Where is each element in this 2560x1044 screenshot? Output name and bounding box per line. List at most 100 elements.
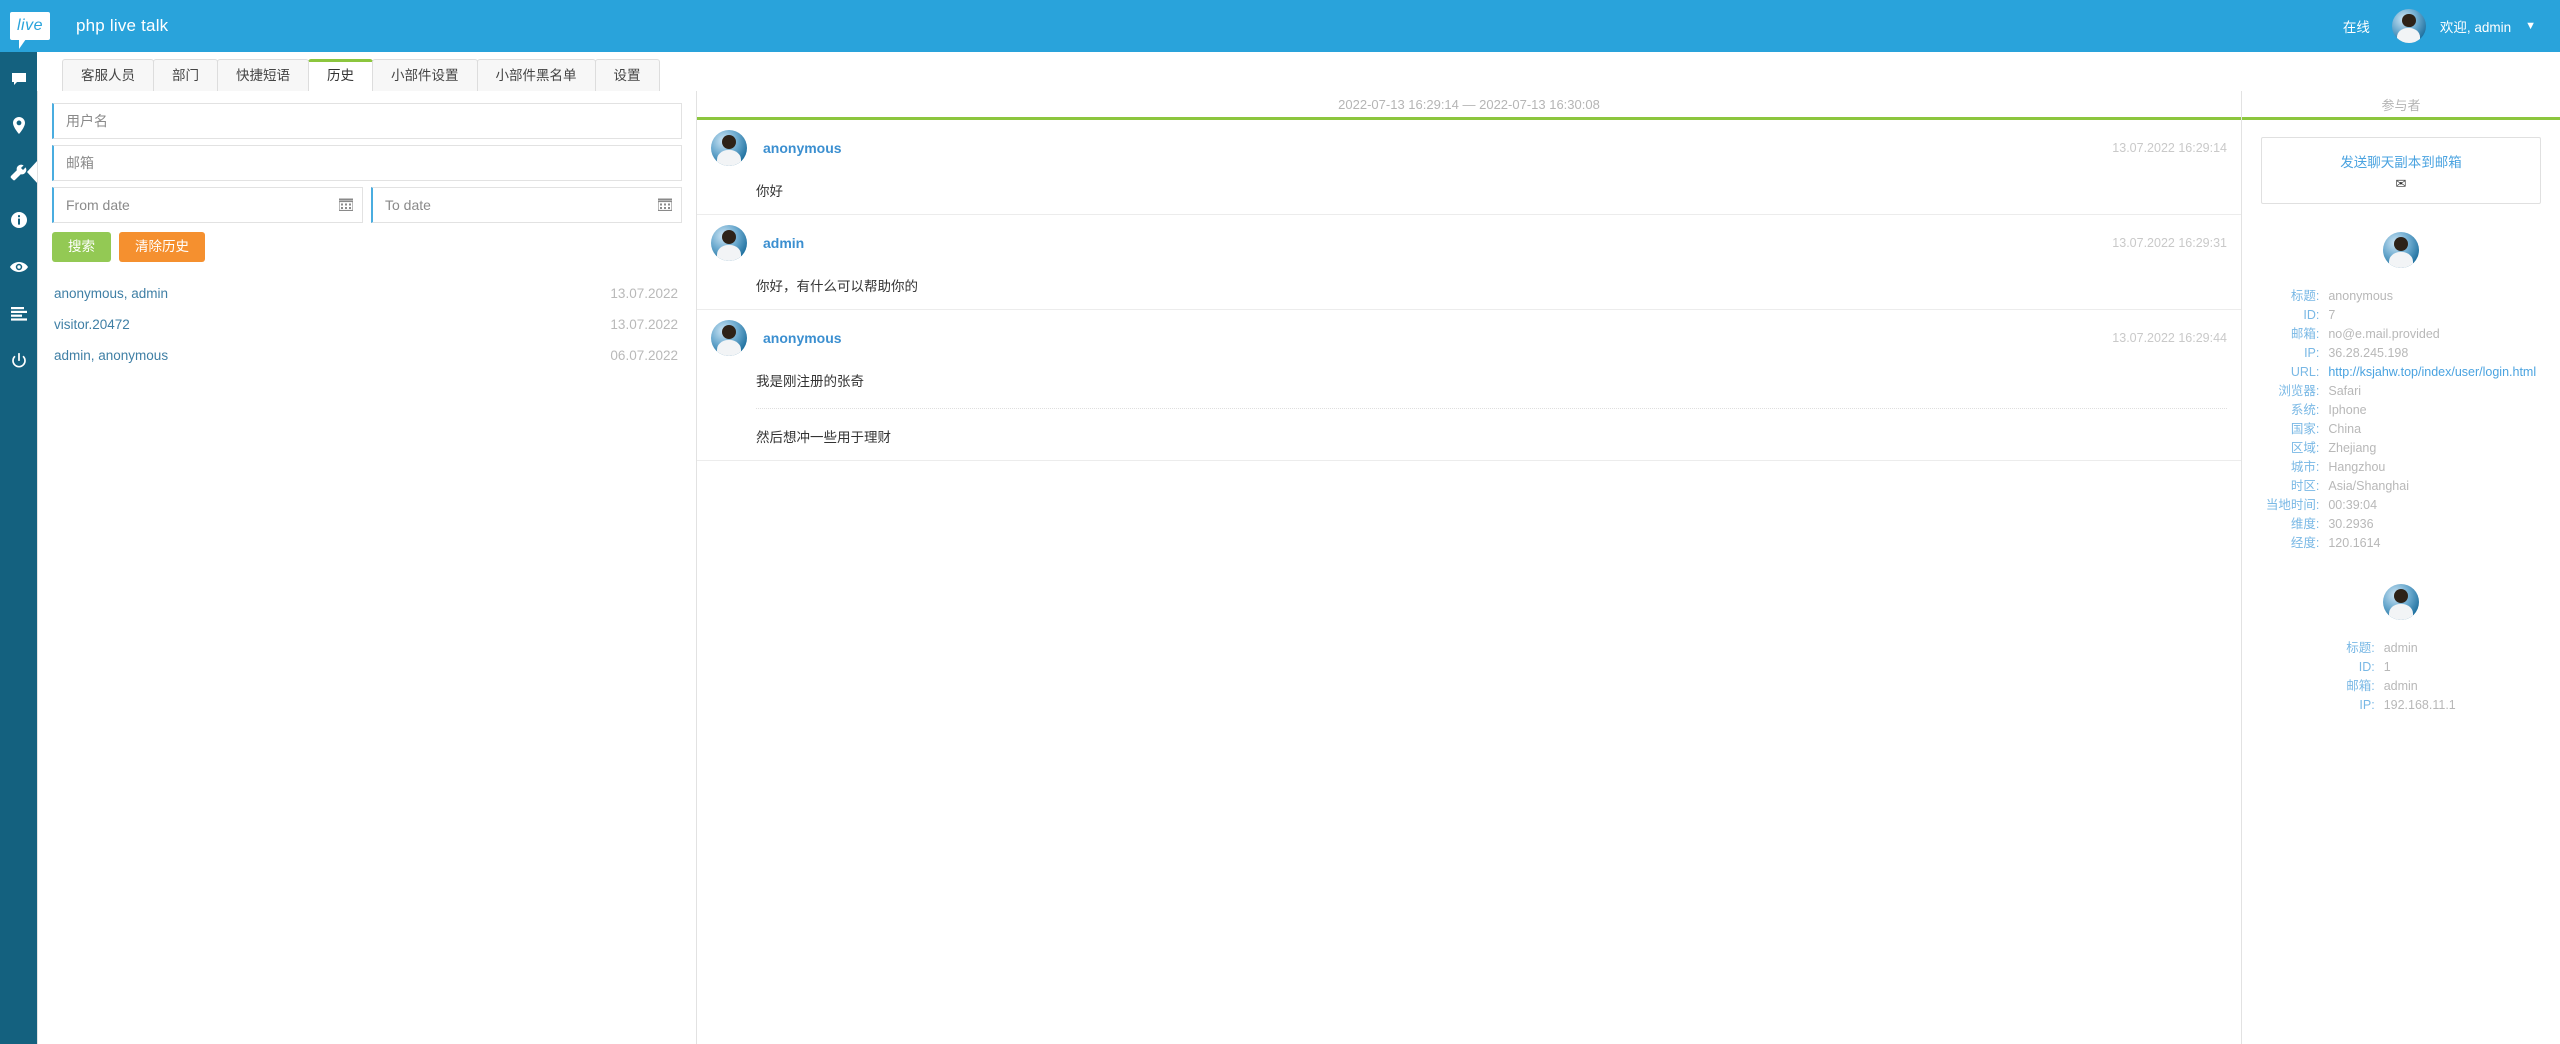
detail-key: 当地时间: bbox=[2265, 497, 2320, 512]
detail-value: Zhejiang bbox=[2328, 440, 2377, 455]
rail-item-visitors[interactable] bbox=[0, 107, 37, 144]
message-avatar bbox=[711, 320, 747, 356]
left-icon-rail bbox=[0, 52, 38, 1044]
detail-value: Hangzhou bbox=[2328, 459, 2386, 474]
tab-history[interactable]: 历史 bbox=[308, 59, 373, 91]
power-icon bbox=[11, 352, 26, 367]
history-item-name: visitor.20472 bbox=[54, 317, 130, 332]
message-author[interactable]: anonymous bbox=[763, 330, 842, 346]
detail-row: ID: 7 bbox=[2266, 305, 2536, 324]
detail-key: URL: bbox=[2290, 364, 2320, 379]
participant-avatar bbox=[2383, 584, 2419, 620]
participant-details: 标题: anonymous ID: 7 邮箱: no@e.mail.provid… bbox=[2266, 286, 2536, 552]
detail-key: 邮箱: bbox=[2346, 678, 2375, 693]
detail-value: admin bbox=[2383, 640, 2418, 655]
rail-item-chat[interactable] bbox=[0, 60, 37, 97]
detail-key: ID: bbox=[2358, 659, 2375, 674]
detail-row: 标题: anonymous bbox=[2266, 286, 2536, 305]
detail-row: 维度: 30.2936 bbox=[2266, 514, 2536, 533]
participant-card: 标题: admin ID: 1 邮箱: admin IP: 192.168.11… bbox=[2242, 552, 2560, 714]
tab-widget-settings[interactable]: 小部件设置 bbox=[372, 59, 478, 91]
rail-item-settings[interactable] bbox=[0, 154, 38, 191]
tab-canned-responses[interactable]: 快捷短语 bbox=[217, 59, 309, 91]
header-avatar[interactable] bbox=[2391, 9, 2426, 43]
detail-row: IP: 36.28.245.198 bbox=[2266, 343, 2536, 362]
send-transcript-link[interactable]: 发送聊天副本到邮箱 bbox=[2270, 151, 2532, 171]
tab-settings[interactable]: 设置 bbox=[594, 59, 660, 91]
send-transcript-box[interactable]: 发送聊天副本到邮箱 ✉ bbox=[2261, 137, 2541, 204]
chat-transcript-panel: 2022-07-13 16:29:14 — 2022-07-13 16:30:0… bbox=[697, 91, 2242, 1044]
message-text: 你好 bbox=[756, 184, 783, 199]
detail-key: ID: bbox=[2303, 307, 2320, 322]
detail-value: Iphone bbox=[2328, 402, 2367, 417]
chevron-down-icon[interactable]: ▼ bbox=[2525, 20, 2536, 32]
rail-item-monitor[interactable] bbox=[0, 248, 37, 285]
detail-value: 1 bbox=[2383, 659, 2391, 674]
to-date-wrap bbox=[371, 187, 682, 223]
detail-row: 系统: Iphone bbox=[2266, 400, 2536, 419]
detail-key: 标题: bbox=[2290, 288, 2320, 303]
history-list-item[interactable]: visitor.20472 13.07.2022 bbox=[52, 309, 682, 340]
chat-date-range: 2022-07-13 16:29:14 — 2022-07-13 16:30:0… bbox=[697, 91, 2241, 120]
detail-row: 邮箱: no@e.mail.provided bbox=[2266, 324, 2536, 343]
detail-key: IP: bbox=[2304, 345, 2320, 360]
search-button[interactable]: 搜索 bbox=[52, 232, 111, 262]
detail-value: 7 bbox=[2328, 307, 2336, 322]
detail-key: 浏览器: bbox=[2278, 383, 2320, 398]
to-date-input[interactable] bbox=[371, 187, 682, 223]
message-text: 我是刚注册的张奇 bbox=[756, 374, 864, 389]
tab-widget-blacklist[interactable]: 小部件黑名单 bbox=[476, 59, 596, 91]
history-item-date: 13.07.2022 bbox=[610, 317, 678, 332]
detail-row: 标题: admin bbox=[2346, 638, 2456, 657]
header-user-area: 在线 欢迎, admin ▼ bbox=[2343, 0, 2560, 52]
tab-agents[interactable]: 客服人员 bbox=[62, 59, 154, 91]
history-list-item[interactable]: admin, anonymous 06.07.2022 bbox=[52, 340, 682, 371]
detail-row: 区域: Zhejiang bbox=[2266, 438, 2536, 457]
detail-value: 30.2936 bbox=[2328, 516, 2374, 531]
detail-row: 时区: Asia/Shanghai bbox=[2266, 476, 2536, 495]
rail-item-logout[interactable] bbox=[0, 342, 37, 379]
app-logo[interactable]: live bbox=[0, 0, 60, 52]
detail-value: China bbox=[2328, 421, 2362, 436]
history-item-date: 06.07.2022 bbox=[610, 348, 678, 363]
email-input[interactable] bbox=[52, 145, 682, 181]
history-list: anonymous, admin 13.07.2022 visitor.2047… bbox=[52, 278, 682, 371]
detail-key: 系统: bbox=[2290, 402, 2320, 417]
history-list-item[interactable]: anonymous, admin 13.07.2022 bbox=[52, 278, 682, 309]
detail-row: URL: http://ksjahw.top/index/user/login.… bbox=[2266, 362, 2536, 381]
online-status-label: 在线 bbox=[2342, 20, 2370, 35]
username-input[interactable] bbox=[52, 103, 682, 139]
detail-row: 国家: China bbox=[2266, 419, 2536, 438]
chat-icon bbox=[11, 72, 26, 85]
from-date-input[interactable] bbox=[52, 187, 363, 223]
chat-message: admin 13.07.2022 16:29:31 你好，有什么可以帮助你的 bbox=[697, 215, 2241, 310]
detail-value: 00:39:04 bbox=[2328, 497, 2378, 512]
detail-key: 邮箱: bbox=[2290, 326, 2320, 341]
chat-message: anonymous 13.07.2022 16:29:14 你好 bbox=[697, 120, 2241, 215]
message-timestamp: 13.07.2022 16:29:44 bbox=[2112, 331, 2227, 345]
detail-value-url[interactable]: http://ksjahw.top/index/user/login.html bbox=[2328, 362, 2536, 381]
history-search-panel: 搜索 清除历史 anonymous, admin 13.07.2022 visi… bbox=[37, 91, 697, 1044]
detail-row: 城市: Hangzhou bbox=[2266, 457, 2536, 476]
chat-message-header: admin 13.07.2022 16:29:31 bbox=[711, 225, 2227, 261]
participant-card: 标题: anonymous ID: 7 邮箱: no@e.mail.provid… bbox=[2242, 204, 2560, 552]
rail-item-reports[interactable] bbox=[0, 295, 37, 332]
detail-key: 区域: bbox=[2290, 440, 2320, 455]
wrench-icon bbox=[10, 164, 27, 181]
tab-departments[interactable]: 部门 bbox=[153, 59, 218, 91]
message-text: 然后想冲一些用于理财 bbox=[756, 408, 2227, 446]
from-date-wrap bbox=[52, 187, 363, 223]
detail-key: 标题: bbox=[2346, 640, 2375, 655]
detail-row: ID: 1 bbox=[2346, 657, 2456, 676]
participant-avatar bbox=[2383, 232, 2419, 268]
history-item-name: admin, anonymous bbox=[54, 348, 169, 363]
message-author[interactable]: admin bbox=[763, 235, 804, 251]
list-icon bbox=[10, 306, 27, 321]
detail-key: 城市: bbox=[2290, 459, 2320, 474]
rail-item-info[interactable] bbox=[0, 201, 37, 238]
search-actions: 搜索 清除历史 bbox=[52, 232, 682, 262]
message-author[interactable]: anonymous bbox=[763, 140, 842, 156]
detail-key: 经度: bbox=[2290, 535, 2320, 550]
clear-history-button[interactable]: 清除历史 bbox=[119, 232, 205, 262]
detail-value: Asia/Shanghai bbox=[2328, 478, 2409, 493]
